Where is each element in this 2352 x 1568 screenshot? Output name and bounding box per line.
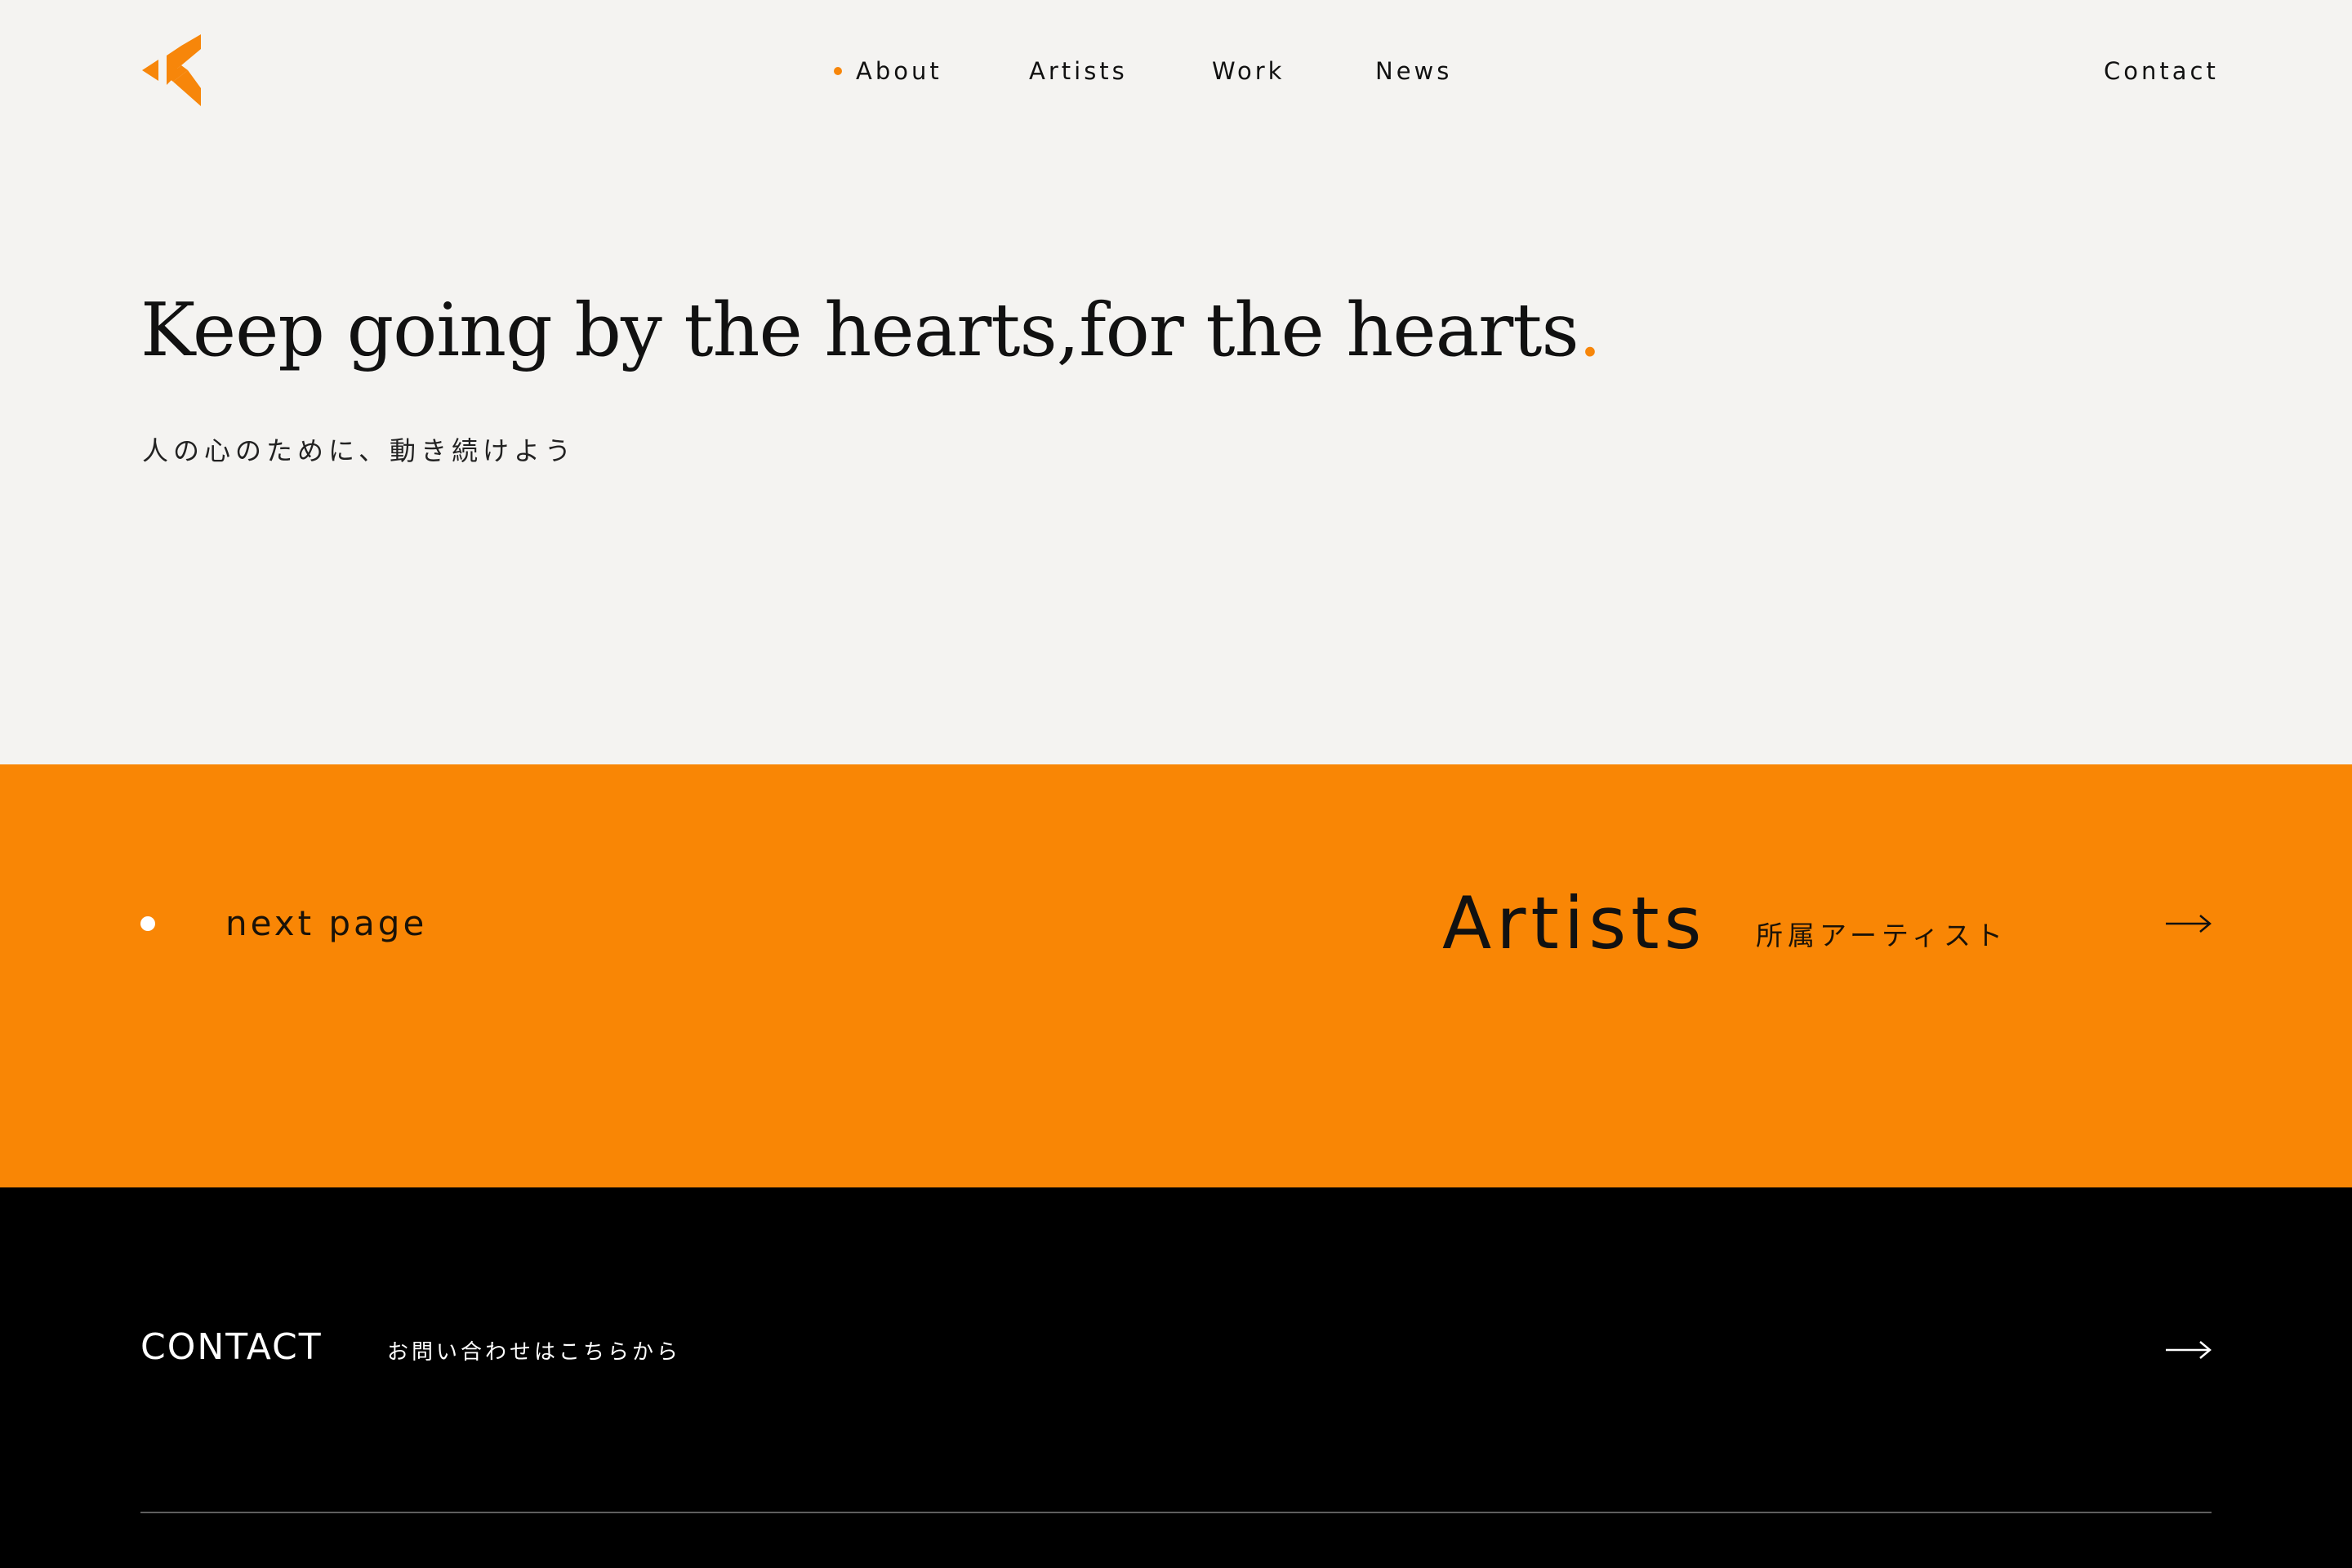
nav-item-about[interactable]: About [856, 57, 942, 85]
hero-title: Keep going by the hearts,for the hearts. [140, 278, 1601, 384]
arrow-right-icon[interactable] [2166, 911, 2212, 936]
footer-contact-title: CONTACT [140, 1326, 323, 1368]
arrow-right-icon[interactable] [2166, 1338, 2212, 1362]
hero-title-text: Keep going by the hearts,for the hearts [140, 287, 1579, 373]
nav-item-artists[interactable]: Artists [1029, 57, 1128, 85]
nav-item-work[interactable]: Work [1212, 57, 1285, 85]
hero-title-period: . [1578, 287, 1602, 373]
hero-subtitle: 人の心のために、動き続けよう [142, 435, 577, 466]
site-header: About Artists Work News Contact [0, 0, 2352, 143]
main-nav: About Artists Work News Contact [0, 0, 2352, 143]
footer-contact-link[interactable]: CONTACT お問い合わせはこちらから [0, 1187, 2352, 1457]
footer-divider [140, 1512, 2212, 1513]
next-page-link[interactable]: next page Artists 所属アーティスト [0, 764, 2352, 1187]
next-page-label: next page [225, 903, 428, 943]
nav-item-contact[interactable]: Contact [2104, 57, 2219, 85]
active-nav-indicator [834, 67, 842, 75]
nav-item-news[interactable]: News [1375, 57, 1452, 85]
next-page-title: Artists [1442, 881, 1707, 965]
footer-contact-subtitle: お問い合わせはこちらから [387, 1340, 682, 1365]
site-footer: CONTACT お問い合わせはこちらから [0, 1187, 2352, 1568]
next-page-subtitle: 所属アーティスト [1756, 920, 2008, 951]
next-page-dot [140, 916, 155, 931]
